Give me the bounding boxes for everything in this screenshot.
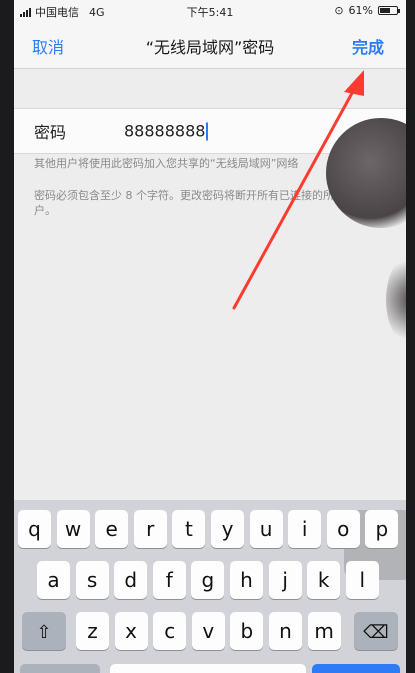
- phone-screen: 中国电信 4G 下午5:41 ⊙ 61% 取消 “无线局域网”密码 完成 密码 …: [14, 0, 406, 673]
- annotation-arrow: [232, 70, 364, 310]
